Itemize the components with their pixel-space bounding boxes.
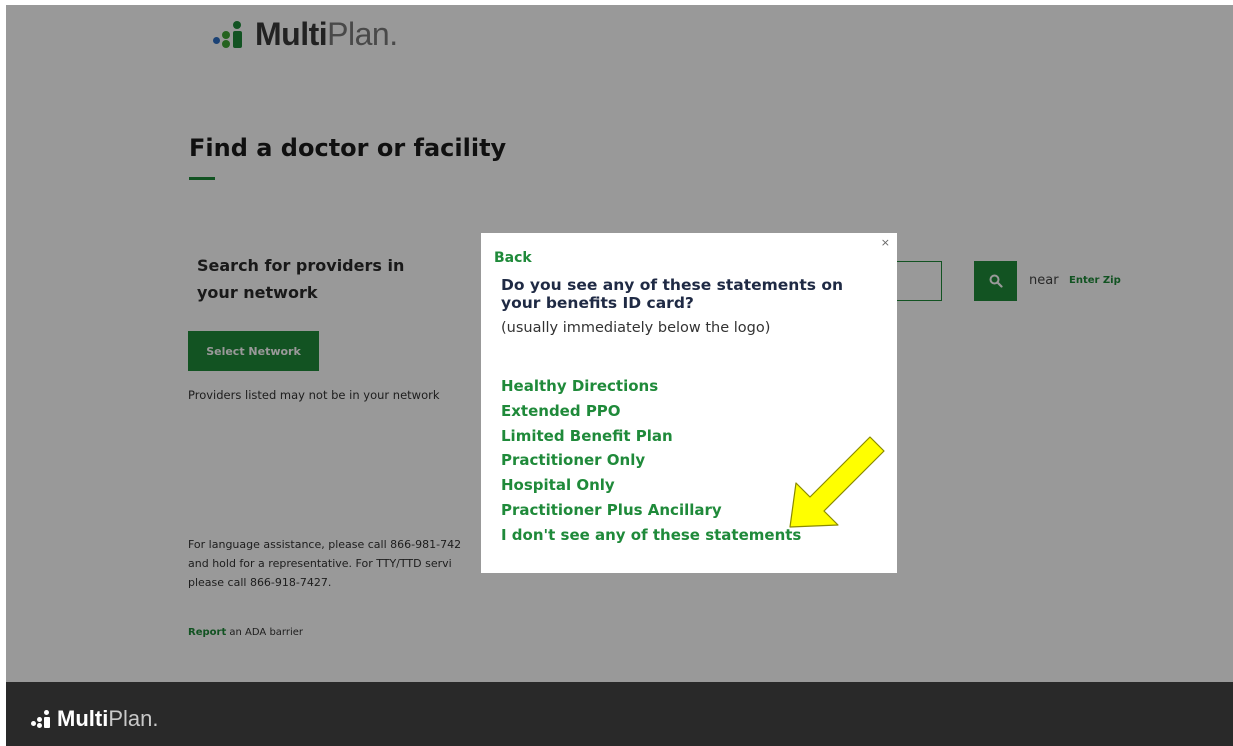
option-limited-benefit-plan[interactable]: Limited Benefit Plan [501, 424, 801, 449]
footer: MultiPlan. [6, 682, 1233, 746]
multiplan-logo-mark-icon [30, 709, 54, 729]
option-extended-ppo[interactable]: Extended PPO [501, 399, 801, 424]
plan-options-list: Healthy Directions Extended PPO Limited … [501, 374, 801, 548]
option-healthy-directions[interactable]: Healthy Directions [501, 374, 801, 399]
modal-question: Do you see any of these statements on yo… [501, 276, 844, 312]
footer-logo[interactable]: MultiPlan. [30, 706, 159, 732]
annotation-arrow-icon [789, 436, 885, 528]
screenshot-frame: MultiPlan. Find a doctor or facility Sea… [6, 5, 1233, 746]
option-none-of-these[interactable]: I don't see any of these statements [501, 523, 801, 548]
close-icon[interactable]: × [881, 236, 890, 249]
modal-hint: (usually immediately below the logo) [501, 320, 771, 336]
back-link[interactable]: Back [494, 250, 532, 266]
option-hospital-only[interactable]: Hospital Only [501, 473, 801, 498]
option-practitioner-only[interactable]: Practitioner Only [501, 448, 801, 473]
footer-logo-text: MultiPlan. [57, 706, 159, 731]
option-practitioner-plus-ancillary[interactable]: Practitioner Plus Ancillary [501, 498, 801, 523]
